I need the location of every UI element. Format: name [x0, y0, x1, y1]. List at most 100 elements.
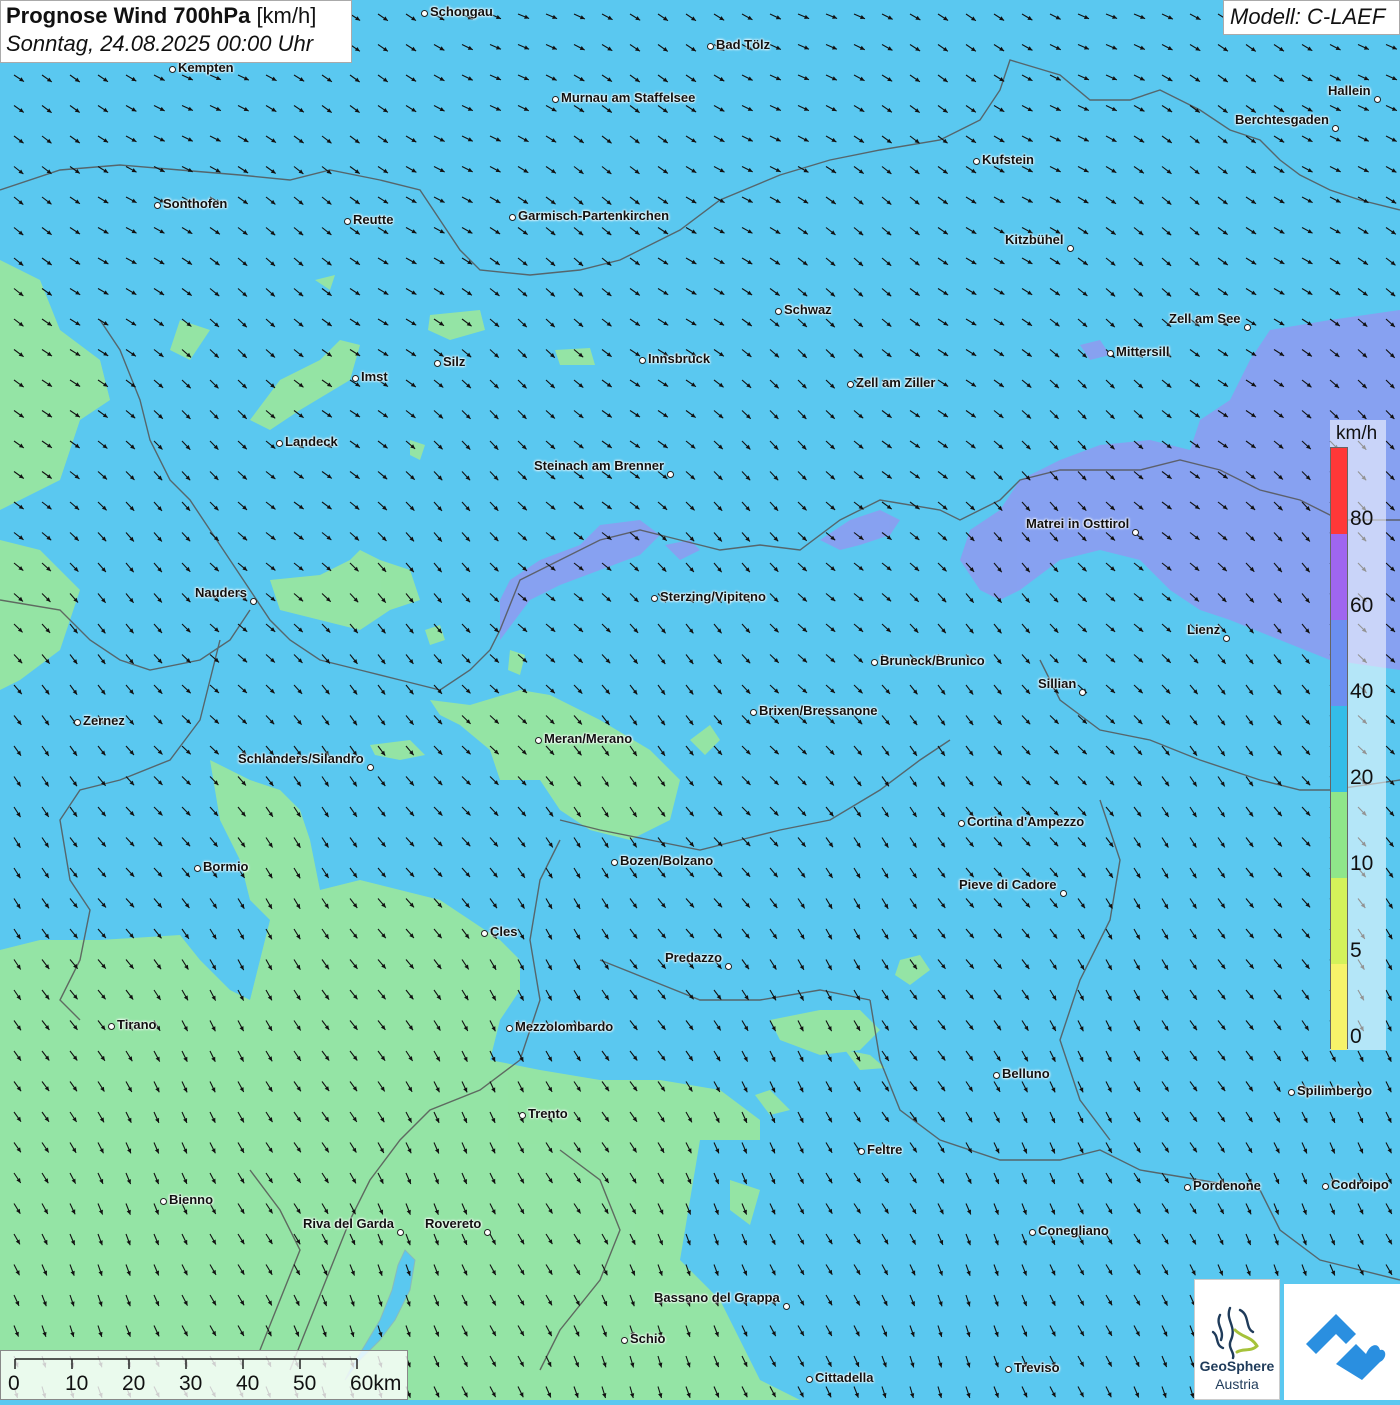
city-marker-icon — [153, 201, 161, 209]
legend-label: 0 — [1350, 1025, 1362, 1048]
legend-color-bar — [1330, 447, 1348, 1050]
city-label: Cortina d'Ampezzo — [967, 814, 1085, 829]
scale-label: 20 — [122, 1372, 146, 1395]
city-label: Schwaz — [784, 302, 832, 317]
city-label: Landeck — [285, 434, 338, 449]
city-marker-icon — [870, 658, 878, 666]
city-label: Imst — [361, 369, 388, 384]
city-label: Cles — [490, 924, 518, 939]
city-label: Mittersill — [1116, 344, 1170, 359]
city-marker-icon — [620, 1336, 628, 1344]
scale-label: 40 — [236, 1372, 260, 1395]
city-marker-icon — [724, 962, 732, 970]
city-marker-icon — [534, 736, 542, 744]
city-marker-icon — [168, 65, 176, 73]
city-marker-icon — [275, 439, 283, 447]
forecast-title-main: Prognose Wind 700hPa — [6, 3, 251, 28]
city-marker-icon — [1183, 1183, 1191, 1191]
city-marker-icon — [1287, 1088, 1295, 1096]
city-label: Schongau — [430, 4, 493, 19]
city-label: Nauders — [195, 585, 248, 600]
city-marker-icon — [1028, 1228, 1036, 1236]
city-label: Sterzing/Vipiteno — [660, 589, 766, 604]
legend-unit: km/h — [1336, 423, 1378, 444]
city-label: Silz — [443, 354, 466, 369]
city-label: Bienno — [169, 1192, 214, 1207]
city-marker-icon — [480, 929, 488, 937]
scale-label: 30 — [179, 1372, 203, 1395]
forecast-title-unit: [km/h] — [256, 3, 317, 28]
city-marker-icon — [857, 1147, 865, 1155]
city-marker-icon — [505, 1024, 513, 1032]
city-marker-icon — [1106, 349, 1114, 357]
city-label: Bormio — [203, 859, 249, 874]
forecast-title: Prognose Wind 700hPa [km/h] — [6, 3, 346, 29]
city-marker-icon — [782, 1302, 790, 1310]
city-label: Treviso — [1014, 1360, 1060, 1375]
city-label: Riva del Garda — [303, 1216, 395, 1231]
city-marker-icon — [508, 213, 516, 221]
city-marker-icon — [249, 597, 257, 605]
city-marker-icon — [1004, 1365, 1012, 1373]
city-marker-icon — [957, 819, 965, 827]
city-label: Steinach am Brenner — [534, 458, 665, 473]
city-marker-icon — [433, 359, 441, 367]
legend-label: 80 — [1350, 507, 1374, 530]
legend-label: 10 — [1350, 852, 1374, 875]
city-marker-icon — [107, 1022, 115, 1030]
legend-label: 20 — [1350, 766, 1374, 789]
city-label: Sonthofen — [163, 196, 228, 211]
scale-bar — [0, 1350, 408, 1400]
city-label: Trento — [528, 1106, 568, 1121]
city-label: Mezzolombardo — [515, 1019, 614, 1034]
city-label: Pordenone — [1193, 1178, 1261, 1193]
city-marker-icon — [1321, 1182, 1329, 1190]
city-marker-icon — [420, 9, 428, 17]
legend-label: 40 — [1350, 680, 1374, 703]
city-marker-icon — [396, 1228, 404, 1236]
city-label: Garmisch-Partenkirchen — [518, 208, 670, 223]
legend-segment — [1331, 706, 1347, 792]
city-label: Bozen/Bolzano — [620, 853, 714, 868]
city-label: Schio — [630, 1331, 666, 1346]
city-marker-icon — [73, 718, 81, 726]
city-label: Schlanders/Silandro — [238, 751, 364, 766]
legend-segment — [1331, 792, 1347, 878]
city-marker-icon — [638, 356, 646, 364]
legend-label: 60 — [1350, 594, 1374, 617]
city-marker-icon — [343, 217, 351, 225]
city-marker-icon — [1078, 688, 1086, 696]
scale-label: 0 — [8, 1372, 20, 1395]
city-label: Berchtesgaden — [1235, 112, 1329, 127]
legend-segment — [1331, 448, 1347, 534]
city-label: Zell am Ziller — [856, 375, 936, 390]
city-marker-icon — [159, 1197, 167, 1205]
logo-text-line2: Austria — [1215, 1376, 1259, 1392]
scale-label: 10 — [65, 1372, 89, 1395]
city-marker-icon — [1066, 244, 1074, 252]
city-marker-icon — [805, 1375, 813, 1383]
city-label: Kempten — [178, 60, 234, 75]
city-marker-icon — [972, 157, 980, 165]
city-label: Matrei in Osttirol — [1026, 516, 1130, 531]
city-marker-icon — [610, 858, 618, 866]
city-marker-icon — [1059, 889, 1067, 897]
city-label: Belluno — [1002, 1066, 1050, 1081]
city-label: Cittadella — [815, 1370, 874, 1385]
city-label: Bassano del Grappa — [654, 1290, 780, 1305]
city-label: Bruneck/Brunico — [880, 653, 985, 668]
city-label: Spilimbergo — [1297, 1083, 1373, 1098]
geosphere-logo[interactable]: GeoSphere Austria — [1194, 1279, 1280, 1400]
legend-segment — [1331, 964, 1347, 1050]
legend-label: 5 — [1350, 939, 1362, 962]
city-marker-icon — [366, 763, 374, 771]
city-label: Hallein — [1328, 83, 1371, 98]
app-logo[interactable] — [1284, 1284, 1400, 1400]
cloud-arrow-icon — [1306, 1314, 1386, 1380]
city-marker-icon — [650, 594, 658, 602]
city-label: Sillian — [1038, 676, 1077, 691]
city-label: Zell am See — [1169, 311, 1241, 326]
city-label: Codroipo — [1331, 1177, 1389, 1192]
city-marker-icon — [774, 307, 782, 315]
city-marker-icon — [1131, 528, 1139, 536]
